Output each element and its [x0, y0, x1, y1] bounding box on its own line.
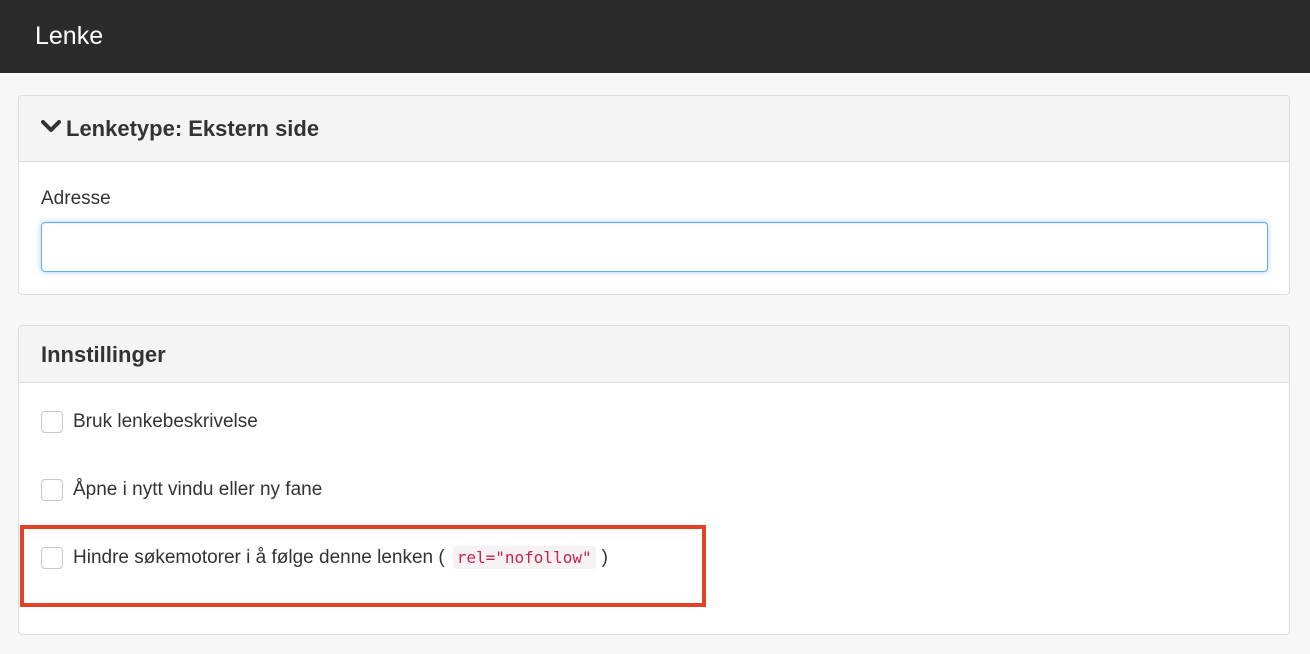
chevron-down-icon: [41, 114, 61, 140]
option-nofollow[interactable]: Hindre søkemotorer i å følge denne lenke…: [41, 545, 608, 571]
nofollow-label[interactable]: Hindre søkemotorer i å følge denne lenke…: [73, 546, 608, 569]
link-type-panel-title[interactable]: Lenketype: Ekstern side: [41, 116, 319, 143]
nofollow-code: rel="nofollow": [452, 546, 596, 569]
link-type-title-text: Lenketype: Ekstern side: [66, 116, 320, 141]
top-bar: Lenke: [0, 0, 1310, 73]
link-type-panel: Lenketype: Ekstern side Adresse: [18, 95, 1290, 295]
nofollow-checkbox[interactable]: [41, 547, 63, 569]
option-open-new-window[interactable]: Åpne i nytt vindu eller ny fane: [41, 477, 322, 503]
address-input[interactable]: [41, 222, 1268, 272]
use-link-description-checkbox[interactable]: [41, 411, 63, 433]
option-use-link-description[interactable]: Bruk lenkebeskrivelse: [41, 409, 258, 435]
address-label: Adresse: [41, 188, 111, 209]
open-new-window-checkbox[interactable]: [41, 479, 63, 501]
settings-panel-heading: Innstillinger: [19, 326, 1289, 383]
use-link-description-label[interactable]: Bruk lenkebeskrivelse: [73, 411, 258, 433]
open-new-window-label[interactable]: Åpne i nytt vindu eller ny fane: [73, 479, 322, 501]
settings-panel-title: Innstillinger: [41, 342, 166, 367]
page-title: Lenke: [35, 22, 104, 50]
nofollow-label-suffix: ): [601, 547, 608, 568]
settings-panel: Innstillinger Bruk lenkebeskrivelse Åpne…: [18, 325, 1290, 635]
link-type-panel-heading[interactable]: Lenketype: Ekstern side: [19, 96, 1289, 162]
nofollow-label-prefix: Hindre søkemotorer i å følge denne lenke…: [73, 547, 445, 568]
